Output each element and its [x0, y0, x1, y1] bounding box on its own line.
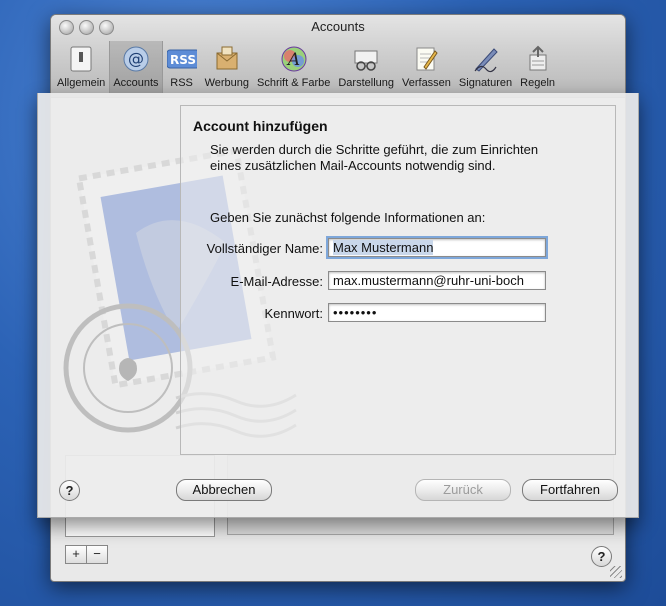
full-name-input[interactable]: Max Mustermann: [326, 236, 548, 259]
preferences-toolbar: Allgemein @ Accounts RSS RSS Werbung A S…: [53, 41, 623, 95]
add-account-sheet: Account hinzufügen Sie werden durch die …: [37, 93, 639, 518]
toolbar-label: Werbung: [204, 77, 249, 89]
toolbar-item-accounts[interactable]: @ Accounts: [109, 41, 163, 93]
sheet-heading: Account hinzufügen: [193, 118, 328, 134]
toolbar-label: Allgemein: [57, 77, 106, 89]
sheet-help-button[interactable]: ?: [59, 480, 80, 501]
junk-mail-icon: [212, 44, 242, 74]
toolbar-item-rss[interactable]: RSS RSS: [163, 41, 201, 93]
toolbar-label: Regeln: [520, 77, 555, 89]
resize-handle[interactable]: [610, 566, 622, 578]
back-button[interactable]: Zurück: [415, 479, 511, 501]
toolbar-item-regeln[interactable]: Regeln: [516, 41, 559, 93]
fonts-colors-icon: A: [279, 44, 309, 74]
toolbar-item-werbung[interactable]: Werbung: [201, 41, 253, 93]
full-name-value: Max Mustermann: [333, 240, 434, 255]
compose-pencil-icon: [411, 44, 441, 74]
toolbar-label: Schrift & Farbe: [257, 77, 331, 89]
svg-text:RSS: RSS: [170, 53, 196, 67]
setup-content-box: Account hinzufügen Sie werden durch die …: [180, 105, 616, 455]
cancel-button[interactable]: Abbrechen: [176, 479, 272, 501]
signature-pen-icon: [471, 44, 501, 74]
email-input[interactable]: max.mustermann@ruhr-uni-boch: [328, 271, 546, 290]
toolbar-item-darstellung[interactable]: Darstellung: [334, 41, 398, 93]
prefs-help-button[interactable]: ?: [591, 546, 612, 567]
title-bar: Accounts Allgemein @ Accounts RSS RSS We…: [51, 15, 625, 98]
viewing-glasses-icon: [351, 44, 381, 74]
password-label: Kennwort:: [264, 306, 323, 321]
toolbar-label: Verfassen: [402, 77, 451, 89]
toolbar-item-verfassen[interactable]: Verfassen: [398, 41, 455, 93]
continue-button[interactable]: Fortfahren: [522, 479, 618, 501]
sheet-prompt-text: Geben Sie zunächst folgende Informatione…: [210, 210, 486, 225]
switch-icon: [66, 44, 96, 74]
toolbar-item-schrift-farbe[interactable]: A Schrift & Farbe: [253, 41, 334, 93]
toolbar-label: Darstellung: [338, 77, 394, 89]
email-label: E-Mail-Adresse:: [230, 274, 323, 289]
toolbar-label: Signaturen: [458, 77, 513, 89]
toolbar-item-allgemein[interactable]: Allgemein: [53, 41, 109, 93]
add-account-button[interactable]: +: [65, 545, 87, 564]
toolbar-label: Accounts: [113, 77, 159, 89]
sheet-intro-text: Sie werden durch die Schritte geführt, d…: [210, 142, 539, 173]
window-title: Accounts: [311, 19, 365, 34]
rules-icon: [523, 44, 553, 74]
password-input[interactable]: ••••••••: [328, 303, 546, 322]
rss-icon: RSS: [166, 44, 197, 74]
remove-account-button[interactable]: −: [87, 545, 108, 564]
svg-text:A: A: [286, 50, 300, 70]
at-sign-icon: @: [121, 44, 151, 74]
svg-text:@: @: [128, 49, 144, 68]
add-remove-buttons: + −: [65, 545, 108, 564]
full-name-label: Vollständiger Name:: [206, 241, 323, 256]
toolbar-item-signaturen[interactable]: Signaturen: [455, 41, 516, 93]
toolbar-label: RSS: [170, 77, 193, 89]
